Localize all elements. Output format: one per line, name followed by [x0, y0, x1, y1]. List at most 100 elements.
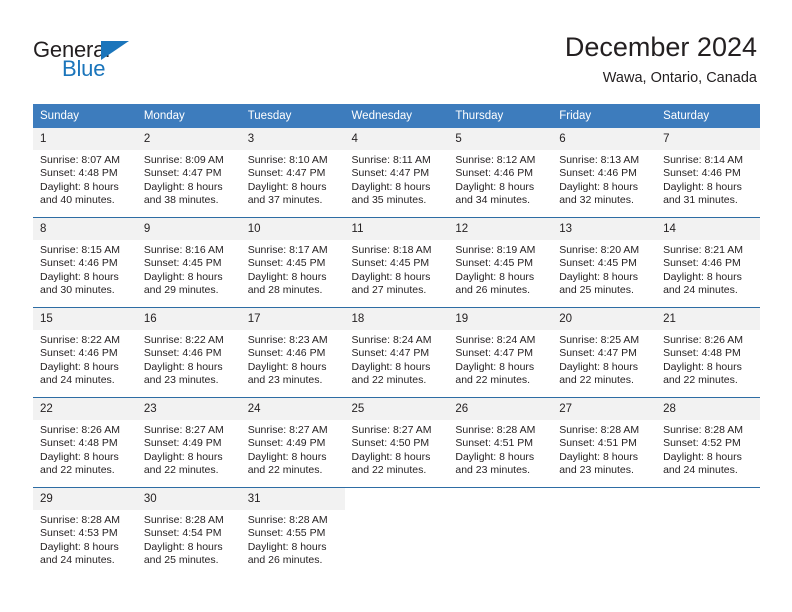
daylight-duration-line2: and 23 minutes.: [559, 464, 634, 477]
day-cell[interactable]: 28 Sunrise: 8:28 AM Sunset: 4:52 PM Dayligh…: [656, 398, 760, 487]
day-cell[interactable]: 13 Sunrise: 8:20 AM Sunset: 4:45 PM Dayligh…: [552, 218, 657, 307]
calendar-day-cell: 19 Sunrise: 8:24 AM Sunset: 4:47 PM Dayligh…: [448, 307, 553, 398]
day-sun-info: Sunrise: 8:28 AM Sunset: 4:51 PM Daylight:…: [448, 420, 552, 478]
logo-text-blue: Blue: [62, 56, 106, 81]
daylight-duration-line1: Daylight: 8 hours: [351, 450, 431, 463]
empty-day-cell: [344, 488, 449, 577]
calendar-week-row: 22 Sunrise: 8:26 AM Sunset: 4:48 PM Dayligh…: [33, 397, 760, 488]
calendar-day-cell: 8 Sunrise: 8:15 AM Sunset: 4:46 PM Daylight…: [33, 217, 137, 308]
day-cell[interactable]: 8 Sunrise: 8:15 AM Sunset: 4:46 PM Daylight…: [33, 218, 137, 307]
day-sun-info: [552, 496, 656, 500]
day-cell[interactable]: 14 Sunrise: 8:21 AM Sunset: 4:46 PM Dayligh…: [656, 218, 760, 307]
day-cell[interactable]: 29 Sunrise: 8:28 AM Sunset: 4:53 PM Dayligh…: [33, 488, 137, 577]
day-cell[interactable]: 15 Sunrise: 8:22 AM Sunset: 4:46 PM Dayligh…: [33, 308, 137, 397]
sunrise-time: Sunrise: 8:28 AM: [455, 424, 536, 436]
day-cell[interactable]: 18 Sunrise: 8:24 AM Sunset: 4:47 PM Dayligh…: [344, 308, 449, 397]
day-cell[interactable]: 11 Sunrise: 8:18 AM Sunset: 4:45 PM Dayligh…: [344, 218, 449, 307]
daylight-duration-line1: Daylight: 8 hours: [663, 360, 742, 373]
day-cell[interactable]: 22 Sunrise: 8:26 AM Sunset: 4:48 PM Dayligh…: [33, 398, 137, 487]
sunrise-time: Sunrise: 8:18 AM: [351, 244, 432, 256]
daylight-duration-line2: and 22 minutes.: [559, 374, 634, 387]
sunset-time: Sunset: 4:47 PM: [143, 167, 222, 180]
day-cell[interactable]: 16 Sunrise: 8:22 AM Sunset: 4:46 PM Dayligh…: [136, 308, 241, 397]
sunrise-time: Sunrise: 8:28 AM: [143, 514, 224, 526]
day-cell[interactable]: 4 Sunrise: 8:11 AM Sunset: 4:47 PM Daylight…: [344, 128, 449, 217]
daylight-duration-line2: and 24 minutes.: [40, 374, 115, 387]
calendar-day-cell: 25 Sunrise: 8:27 AM Sunset: 4:50 PM Dayligh…: [344, 397, 449, 488]
day-cell[interactable]: 10 Sunrise: 8:17 AM Sunset: 4:45 PM Dayligh…: [240, 218, 345, 307]
sunset-time: Sunset: 4:48 PM: [40, 167, 118, 180]
daylight-duration-line2: and 24 minutes.: [40, 554, 115, 567]
weekday-header-sunday: Sunday: [33, 104, 137, 128]
day-cell[interactable]: 2 Sunrise: 8:09 AM Sunset: 4:47 PM Daylight…: [136, 128, 241, 217]
daylight-duration-line2: and 22 minutes.: [663, 374, 738, 387]
day-cell[interactable]: 21 Sunrise: 8:26 AM Sunset: 4:48 PM Dayligh…: [656, 308, 760, 397]
day-cell[interactable]: 31 Sunrise: 8:28 AM Sunset: 4:55 PM Dayligh…: [240, 488, 345, 577]
calendar-day-cell: 7 Sunrise: 8:14 AM Sunset: 4:46 PM Daylight…: [656, 128, 760, 218]
day-cell[interactable]: 24 Sunrise: 8:27 AM Sunset: 4:49 PM Dayligh…: [240, 398, 345, 487]
calendar-day-cell: 23 Sunrise: 8:27 AM Sunset: 4:49 PM Dayligh…: [136, 397, 241, 488]
daylight-duration-line2: and 38 minutes.: [143, 194, 219, 207]
day-cell[interactable]: 12 Sunrise: 8:19 AM Sunset: 4:45 PM Dayligh…: [448, 218, 553, 307]
day-sun-info: Sunrise: 8:24 AM Sunset: 4:47 PM Daylight:…: [345, 330, 449, 388]
calendar-day-cell: 1 Sunrise: 8:07 AM Sunset: 4:48 PM Daylight…: [33, 128, 137, 218]
day-cell[interactable]: 3 Sunrise: 8:10 AM Sunset: 4:47 PM Daylight…: [240, 128, 345, 217]
sunrise-time: Sunrise: 8:07 AM: [40, 154, 120, 166]
day-cell[interactable]: 20 Sunrise: 8:25 AM Sunset: 4:47 PM Dayligh…: [552, 308, 657, 397]
day-number: 22: [33, 398, 137, 420]
sunset-time: Sunset: 4:47 PM: [559, 347, 637, 360]
weekday-header-friday: Friday: [552, 104, 657, 128]
calendar-day-cell: 24 Sunrise: 8:27 AM Sunset: 4:49 PM Dayligh…: [240, 397, 345, 488]
sunrise-time: Sunrise: 8:28 AM: [40, 514, 120, 526]
sunset-time: Sunset: 4:51 PM: [559, 437, 637, 450]
sunset-time: Sunset: 4:46 PM: [247, 347, 326, 360]
sunset-time: Sunset: 4:50 PM: [351, 437, 430, 450]
general-blue-logo[interactable]: General Blue: [33, 38, 243, 86]
sunrise-time: Sunrise: 8:26 AM: [663, 334, 744, 346]
daylight-duration-line1: Daylight: 8 hours: [247, 360, 327, 373]
sunset-time: Sunset: 4:46 PM: [663, 167, 741, 180]
day-cell[interactable]: 17 Sunrise: 8:23 AM Sunset: 4:46 PM Dayligh…: [240, 308, 345, 397]
daylight-duration-line2: and 24 minutes.: [663, 464, 738, 477]
day-sun-info: Sunrise: 8:14 AM Sunset: 4:46 PM Daylight:…: [656, 150, 760, 208]
day-cell[interactable]: 7 Sunrise: 8:14 AM Sunset: 4:46 PM Daylight…: [656, 128, 760, 217]
day-cell[interactable]: 27 Sunrise: 8:28 AM Sunset: 4:51 PM Dayligh…: [552, 398, 657, 487]
calendar-day-cell: [656, 487, 760, 577]
day-sun-info: Sunrise: 8:12 AM Sunset: 4:46 PM Daylight:…: [448, 150, 552, 208]
sunrise-time: Sunrise: 8:25 AM: [559, 334, 640, 346]
daylight-duration-line2: and 25 minutes.: [559, 284, 634, 297]
day-cell[interactable]: 9 Sunrise: 8:16 AM Sunset: 4:45 PM Daylight…: [136, 218, 241, 307]
day-cell[interactable]: 1 Sunrise: 8:07 AM Sunset: 4:48 PM Daylight…: [33, 128, 137, 217]
sunset-time: Sunset: 4:46 PM: [559, 167, 637, 180]
sunrise-time: Sunrise: 8:13 AM: [559, 154, 640, 166]
daylight-duration-line2: and 25 minutes.: [143, 554, 219, 567]
daylight-duration-line2: and 29 minutes.: [143, 284, 219, 297]
title-block: December 2024 Wawa, Ontario, Canada: [565, 31, 757, 88]
calendar-day-cell: 13 Sunrise: 8:20 AM Sunset: 4:45 PM Dayligh…: [552, 217, 657, 308]
daylight-duration-line1: Daylight: 8 hours: [247, 540, 327, 553]
day-number: 29: [33, 488, 137, 510]
day-cell[interactable]: 26 Sunrise: 8:28 AM Sunset: 4:51 PM Dayligh…: [448, 398, 553, 487]
sunrise-time: Sunrise: 8:15 AM: [40, 244, 120, 256]
weekday-header-thursday: Thursday: [448, 104, 553, 128]
daylight-duration-line1: Daylight: 8 hours: [40, 270, 119, 283]
calendar-day-cell: 17 Sunrise: 8:23 AM Sunset: 4:46 PM Dayligh…: [240, 307, 345, 398]
day-number: 21: [656, 308, 760, 330]
daylight-duration-line1: Daylight: 8 hours: [247, 180, 327, 193]
day-cell[interactable]: 5 Sunrise: 8:12 AM Sunset: 4:46 PM Daylight…: [448, 128, 553, 217]
day-number: 6: [552, 128, 657, 150]
weekday-header-saturday: Saturday: [656, 104, 760, 128]
day-sun-info: [345, 496, 449, 500]
day-number: 9: [136, 218, 241, 240]
day-cell[interactable]: 25 Sunrise: 8:27 AM Sunset: 4:50 PM Dayligh…: [344, 398, 449, 487]
daylight-duration-line2: and 26 minutes.: [247, 554, 323, 567]
day-cell[interactable]: 23 Sunrise: 8:27 AM Sunset: 4:49 PM Dayligh…: [136, 398, 241, 487]
daylight-duration-line1: Daylight: 8 hours: [455, 450, 535, 463]
day-cell[interactable]: 19 Sunrise: 8:24 AM Sunset: 4:47 PM Dayligh…: [448, 308, 553, 397]
day-number: 4: [344, 128, 449, 150]
day-cell[interactable]: 6 Sunrise: 8:13 AM Sunset: 4:46 PM Daylight…: [552, 128, 657, 217]
day-sun-info: Sunrise: 8:23 AM Sunset: 4:46 PM Daylight:…: [241, 330, 345, 388]
sunset-time: Sunset: 4:51 PM: [455, 437, 534, 450]
calendar-day-cell: 15 Sunrise: 8:22 AM Sunset: 4:46 PM Dayligh…: [33, 307, 137, 398]
day-cell[interactable]: 30 Sunrise: 8:28 AM Sunset: 4:54 PM Dayligh…: [136, 488, 241, 577]
